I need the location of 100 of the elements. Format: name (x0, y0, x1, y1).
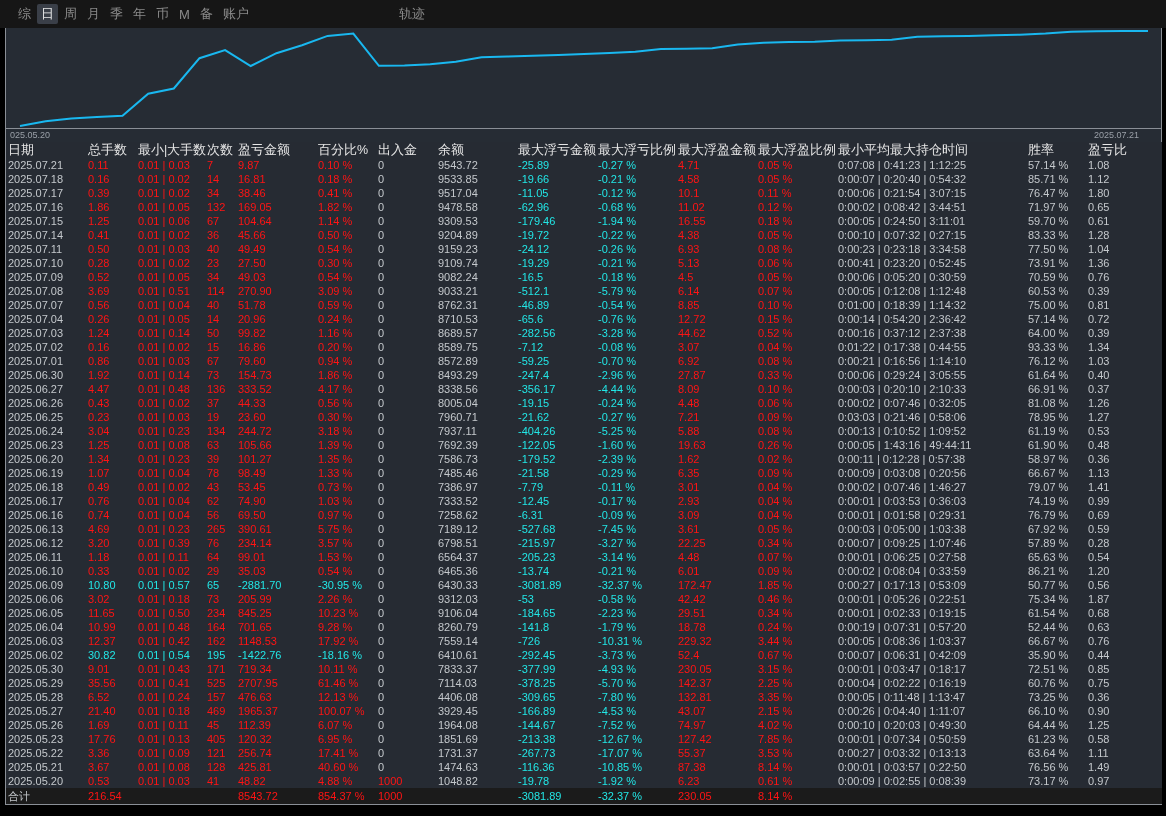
table-cell-text: 0:07:08 | 0:41:23 | 1:12:25 (838, 158, 968, 172)
table-cell-text: 0.37 (1088, 382, 1111, 396)
column-header: 出入金 (378, 142, 418, 158)
period-tab[interactable]: 月 (83, 4, 104, 24)
table-cell-text: 4.69 (88, 522, 111, 536)
trail-tab[interactable]: 轨迹 (394, 4, 429, 24)
table-cell-text: 58.97 % (1028, 452, 1070, 466)
table-cell-text: 0 (378, 228, 386, 242)
table-cell-text: 112.39 (238, 718, 272, 732)
table-cell-text: 0.01 | 0.04 (138, 508, 191, 522)
table-cell-text: 3.09 % (318, 284, 354, 298)
table-cell-text: 230.05 (678, 789, 713, 804)
table-cell-text: 6564.37 (438, 550, 479, 564)
table-cell-text: -62.96 (518, 200, 551, 214)
table-cell-text: 1851.69 (438, 732, 479, 746)
period-tab[interactable]: 周 (60, 4, 81, 24)
table-cell-text: 1.24 (88, 326, 111, 340)
period-tab[interactable]: 账户 (218, 4, 253, 24)
table-cell-text: 0 (378, 382, 386, 396)
table-cell-text: 0 (378, 172, 386, 186)
table-cell-text: 10.1 (678, 186, 701, 200)
table-cell-text: 0:00:09 | 0:02:55 | 0:08:39 (838, 774, 968, 788)
table-cell-text: 0.11 % (758, 186, 793, 200)
table-cell-text: 7559.14 (438, 634, 479, 648)
table-cell-text: 5.13 (678, 256, 701, 270)
table-cell-text: 8260.79 (438, 620, 479, 634)
table-cell-text: 0.09 % (758, 466, 794, 480)
table-cell-text: 70.59 % (1028, 270, 1070, 284)
table-cell-text: -378.25 (518, 676, 557, 690)
table-cell-text: 2025.07.01 (8, 354, 65, 368)
table-cell-text: -25.89 (518, 158, 551, 172)
table-cell-text: 854.37 % (318, 789, 366, 804)
table-cell-text: -0.58 % (598, 592, 637, 606)
table-cell-text: 6430.33 (438, 578, 479, 592)
table-cell-text: -0.12 % (598, 186, 637, 200)
table-cell-text: 0.06 % (758, 396, 794, 410)
table-cell-text: 270.90 (238, 284, 273, 298)
period-tab[interactable]: 备 (195, 4, 217, 24)
table-cell-text: 2025.05.22 (8, 746, 65, 760)
table-cell-text: -3.73 % (598, 648, 637, 662)
table-cell-text: 65 (207, 578, 221, 592)
table-cell-text: 0.90 (1088, 704, 1111, 718)
table-cell-text: 6.52 (88, 690, 111, 704)
table-cell-text: -18.16 % (318, 648, 364, 662)
period-tab[interactable]: M (175, 5, 194, 23)
table-cell-text: -309.65 (518, 690, 557, 704)
table-cell-text: 2025.05.20 (8, 774, 65, 788)
table-cell-text: 4406.08 (438, 690, 479, 704)
table-cell-text: 9159.23 (438, 242, 479, 256)
table-cell-text: 53.45 (238, 480, 267, 494)
table-cell-text: -7.45 % (598, 522, 637, 536)
table-cell-text: 0.67 % (758, 648, 794, 662)
column-header: 次数 (207, 142, 234, 158)
table-cell-text: 0:01:00 | 0:18:39 | 1:14:32 (838, 298, 968, 312)
table-cell-text: -1.79 % (598, 620, 637, 634)
table-cell-text: 1.27 (1088, 410, 1111, 424)
column-header: 最小|大手数 (138, 142, 207, 158)
table-cell-text: 67 (207, 214, 221, 228)
table-cell-text: 0.01 | 0.14 (138, 368, 191, 382)
period-tab[interactable]: 季 (106, 4, 127, 24)
table-cell-text: 0.52 (88, 270, 111, 284)
table-cell-text: 0.08 % (758, 424, 794, 438)
period-tab[interactable]: 币 (152, 4, 173, 24)
table-cell-text: 0.28 (1088, 536, 1111, 550)
table-cell-text: 8572.89 (438, 354, 479, 368)
table-cell-text: 0.23 (88, 410, 111, 424)
table-cell-text: -292.45 (518, 648, 557, 662)
table-cell-text: -4.53 % (598, 704, 637, 718)
table-cell-text: 2025.06.24 (8, 424, 65, 438)
table-cell-text: 29.51 (678, 606, 707, 620)
table-cell-text: 2025.06.09 (8, 578, 65, 592)
table-cell-text: 0 (378, 634, 386, 648)
table-cell-text: -24.12 (518, 242, 551, 256)
period-tab[interactable]: 日 (37, 4, 58, 24)
table-cell-text: 719.34 (238, 662, 273, 676)
period-tab[interactable]: 综 (14, 4, 35, 24)
table-cell-text: 6.23 (678, 774, 701, 788)
table-cell-text: 23 (207, 256, 221, 270)
table-cell-text: 0 (378, 186, 386, 200)
table-cell-text: 0.76 (1088, 270, 1111, 284)
table-cell-text: 29 (207, 564, 221, 578)
table-cell-text: 2025.07.07 (8, 298, 65, 312)
table-cell-text: 0.52 % (758, 326, 794, 340)
table-cell-text: 9312.03 (438, 592, 479, 606)
table-cell-text: 3.07 (678, 340, 701, 354)
table-cell-text: 9309.53 (438, 214, 479, 228)
table-cell-text: 0 (378, 732, 386, 746)
table-cell-text: 120.32 (238, 732, 273, 746)
table-cell-text: 52.44 % (1028, 620, 1070, 634)
table-cell-text: -0.54 % (598, 298, 637, 312)
table-cell-text: 0 (378, 158, 386, 172)
table-cell-text: 0.16 (88, 340, 111, 354)
table-cell-text: 0 (378, 368, 386, 382)
period-tab[interactable]: 年 (129, 4, 150, 24)
table-cell-text: 3.01 (678, 480, 701, 494)
table-cell-text: 0.76 (1088, 634, 1111, 648)
table-cell-text: 0:00:09 | 0:03:08 | 0:20:56 (838, 466, 968, 480)
table-cell-text: 0.59 (1088, 522, 1111, 536)
table-cell-text: 0.01 | 0.51 (138, 284, 191, 298)
table-cell-text: 19 (207, 410, 221, 424)
